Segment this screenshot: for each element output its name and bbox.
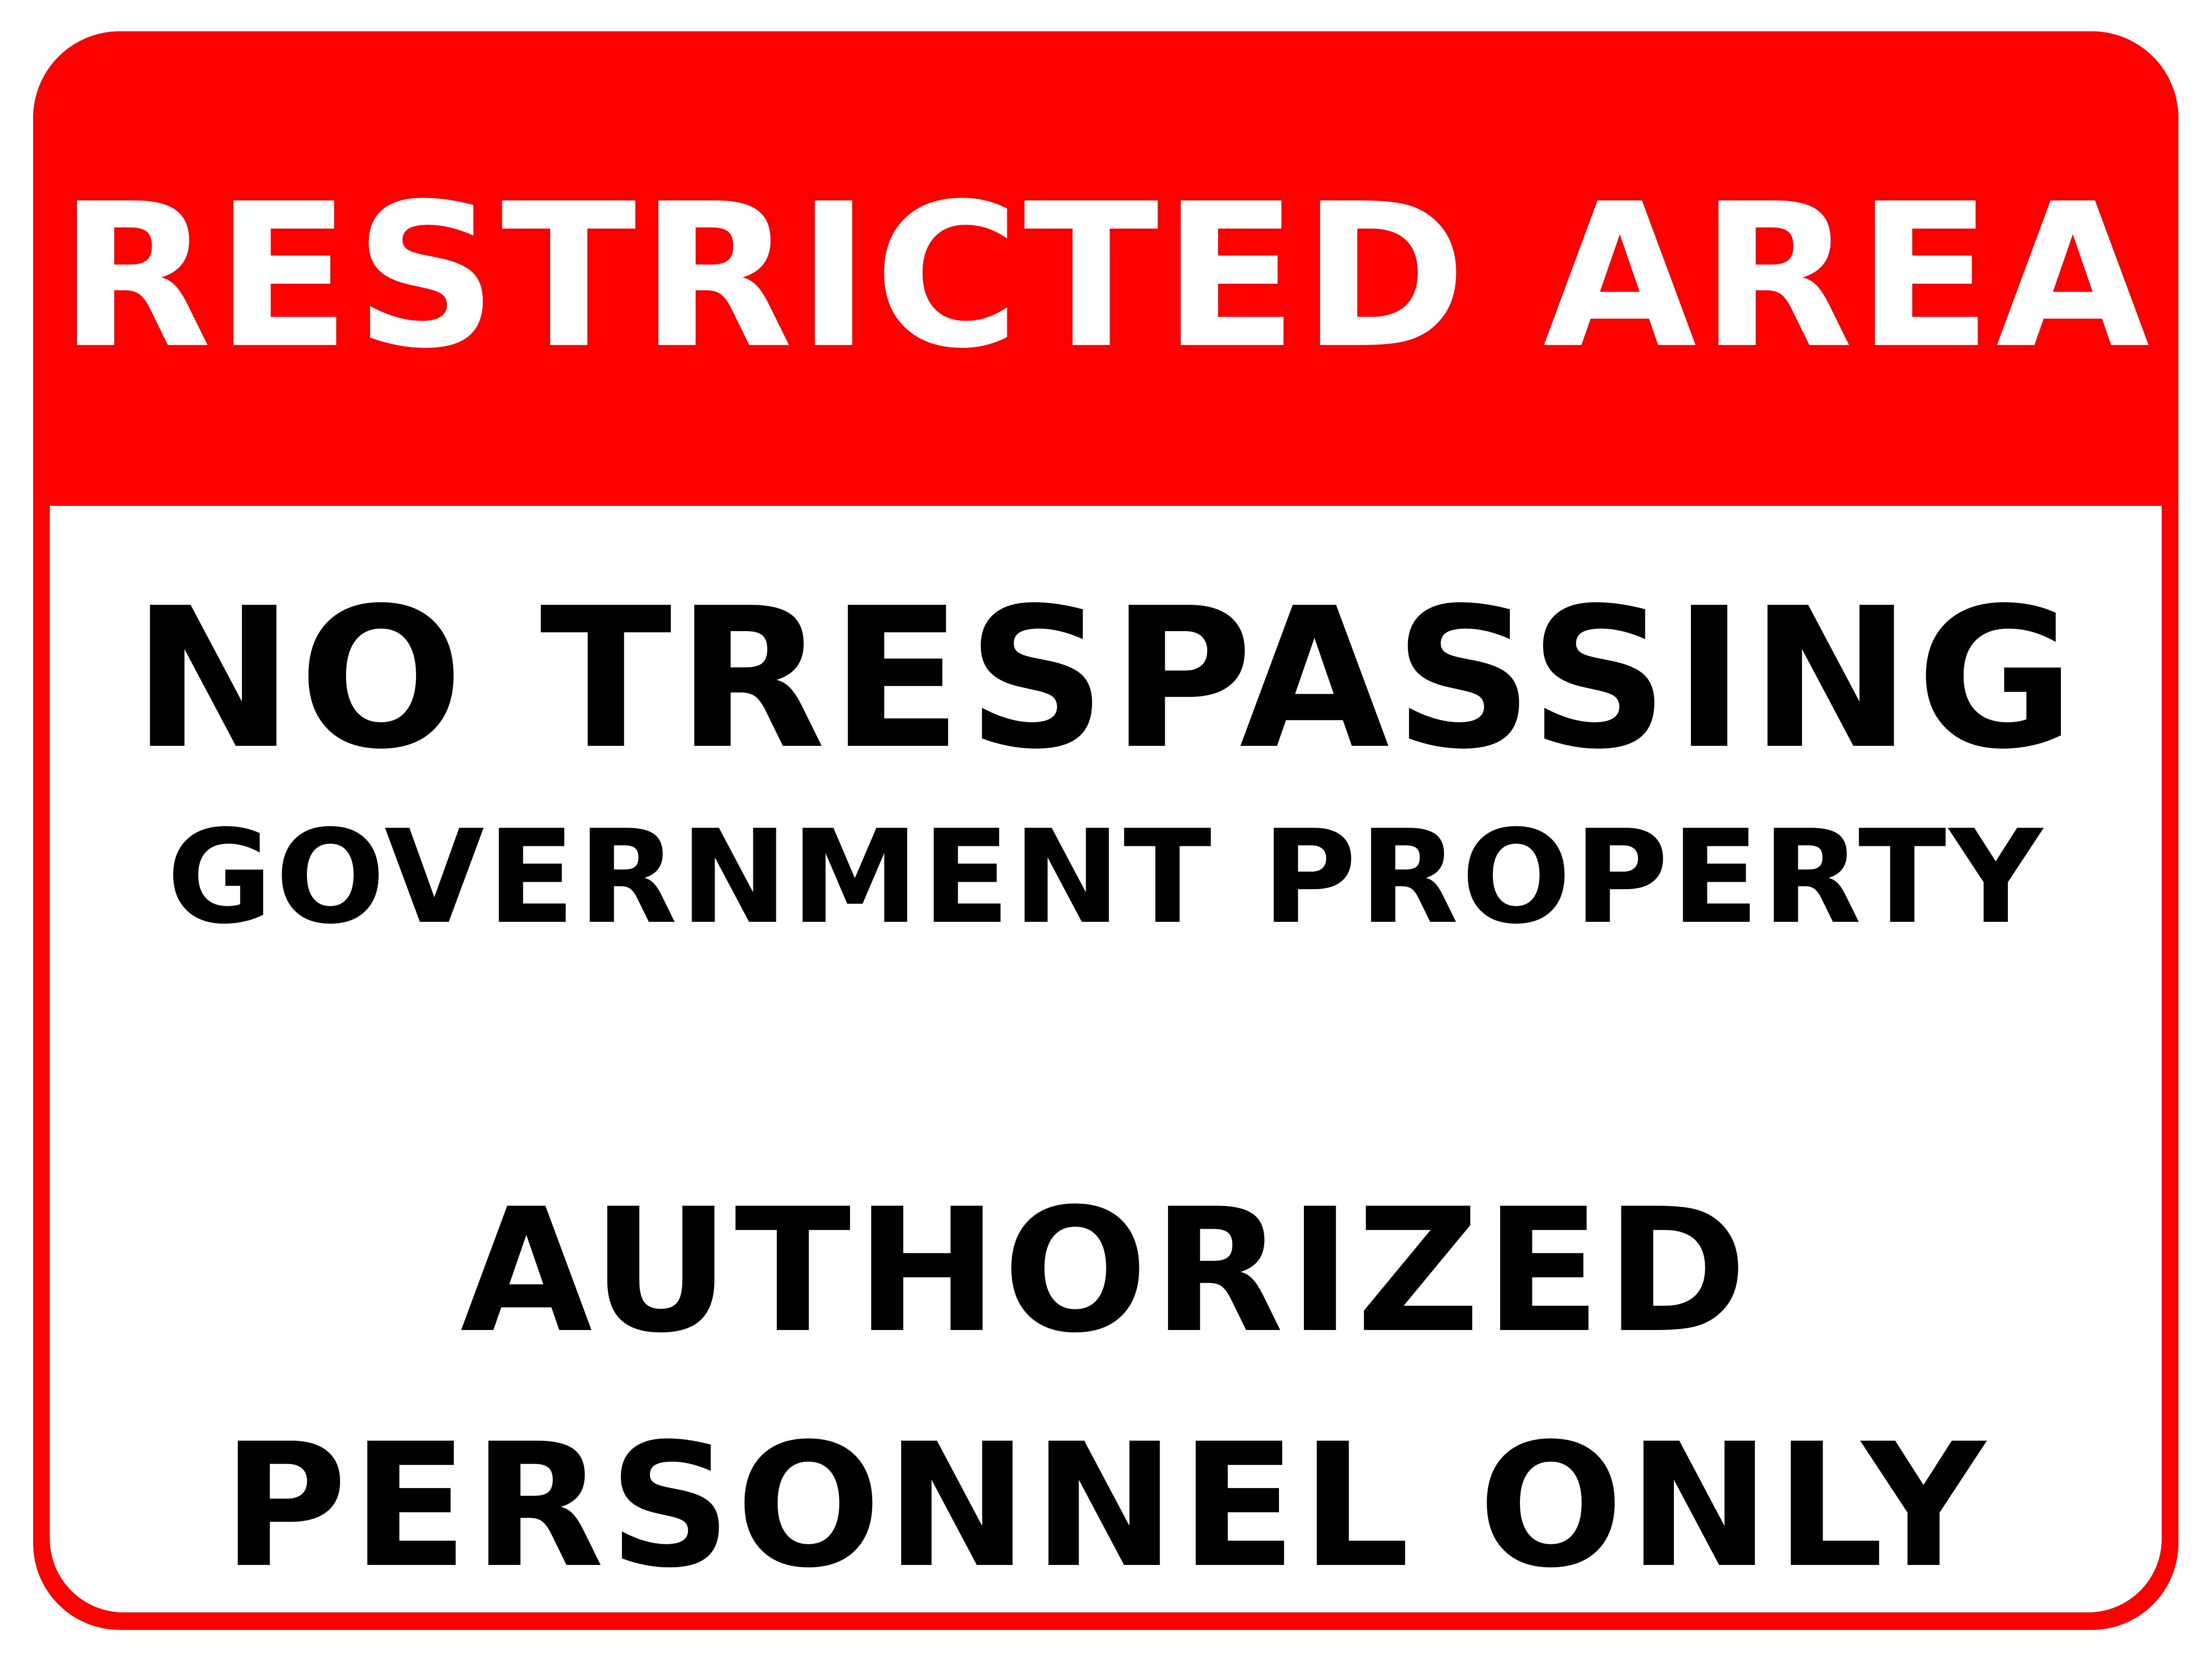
header-title: RESTRICTED AREA [59,161,2153,392]
authorized-text: AUTHORIZED [460,1172,1752,1371]
no-trespassing-text: NO TRESPASSING [132,567,2080,792]
government-property-text: GOVERNMENT PROPERTY [166,803,2046,953]
personnel-only-text: PERSONNEL ONLY [222,1407,1990,1605]
restricted-area-sign: RESTRICTED AREA NO TRESPASSING GOVERNMEN… [0,0,2212,1658]
